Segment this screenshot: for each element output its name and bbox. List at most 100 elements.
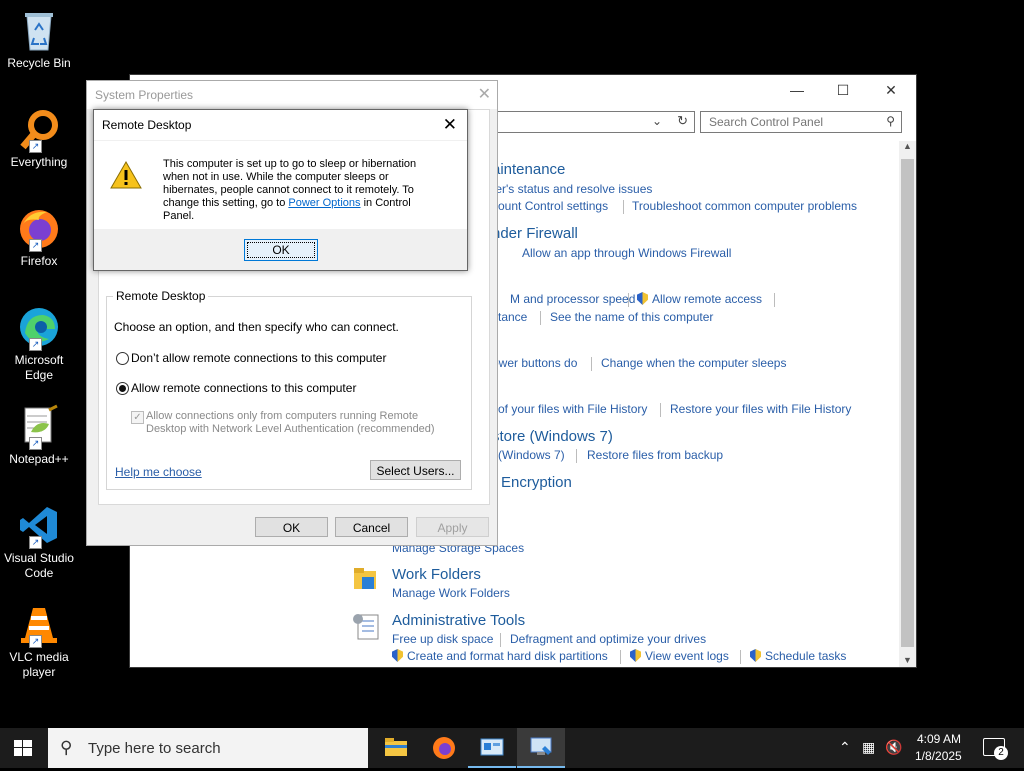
search-box[interactable]: ⚲ [700, 111, 902, 133]
address-bar[interactable]: ⌄ ↻ [485, 111, 695, 133]
desktop-icon-notepadpp[interactable]: ↗ Notepad++ [2, 404, 76, 467]
ok-button[interactable]: OK [255, 517, 328, 537]
chevron-up-icon[interactable]: ⌃ [839, 739, 851, 756]
system-properties-icon [530, 737, 552, 755]
desktop-icon-label: Microsoft Edge [14, 353, 64, 382]
radio-allow-label[interactable]: Allow remote connections to this compute… [131, 381, 356, 395]
desktop-icon-recycle-bin[interactable]: Recycle Bin [2, 8, 76, 71]
category-title[interactable]: Work Folders [392, 566, 481, 583]
link[interactable]: Defragment and optimize your drives [510, 632, 706, 646]
desktop-icon-firefox[interactable]: ↗ Firefox [2, 206, 76, 269]
link[interactable]: (Windows 7) [498, 448, 565, 462]
close-icon[interactable]: ✕ [443, 110, 457, 140]
category-title[interactable]: aintenance [492, 161, 565, 178]
message-text: This computer is set up to go to sleep o… [163, 158, 423, 223]
maximize-button[interactable]: ☐ [820, 75, 866, 105]
desktop-icon-edge[interactable]: ↗ Microsoft Edge [2, 305, 76, 383]
link[interactable]: of your files with File History [498, 402, 647, 416]
link[interactable]: Manage Work Folders [392, 586, 510, 600]
shortcut-arrow-icon: ↗ [29, 140, 42, 153]
notification-count-badge: 2 [994, 746, 1008, 760]
dialog-title: System Properties [95, 88, 194, 102]
volume-muted-icon[interactable]: 🔇 [885, 739, 902, 756]
radio-deny-label[interactable]: Don’t allow remote connections to this c… [131, 351, 386, 365]
apply-button[interactable]: Apply [416, 517, 489, 537]
link[interactable]: Restore files from backup [587, 448, 723, 462]
link[interactable]: ower buttons do [492, 356, 577, 370]
taskbar-control-panel[interactable] [468, 728, 516, 768]
cancel-button[interactable]: Cancel [335, 517, 408, 537]
close-icon[interactable]: ✕ [478, 81, 491, 109]
desktop-icon-everything[interactable]: ↗ Everything [2, 107, 76, 170]
link[interactable]: See the name of this computer [550, 310, 713, 324]
refresh-icon[interactable]: ↻ [677, 113, 688, 129]
link[interactable]: M and processor speed [510, 292, 635, 306]
taskbar-search-box[interactable]: ⚲ Type here to search [48, 728, 368, 768]
network-icon[interactable]: ▦ [862, 739, 875, 756]
shortcut-arrow-icon: ↗ [29, 536, 42, 549]
desktop-icon-label: Firefox [20, 254, 58, 268]
link[interactable]: Troubleshoot common computer problems [632, 199, 857, 213]
message-box-title: Remote Desktop [102, 118, 192, 132]
system-properties-titlebar: System Properties ✕ [87, 81, 497, 109]
desktop-icon-label: Recycle Bin [7, 56, 71, 70]
desktop-icon-vscode[interactable]: ↗ Visual Studio Code [2, 503, 76, 581]
link[interactable]: Create and format hard disk partitions [392, 649, 608, 663]
message-ok-button[interactable]: OK [244, 239, 318, 261]
link[interactable]: Free up disk space [392, 632, 493, 646]
category-title[interactable]: Administrative Tools [392, 612, 525, 629]
uac-shield-icon [637, 292, 648, 305]
instruction-text: Choose an option, and then specify who c… [114, 320, 399, 334]
category-title[interactable]: nder Firewall [492, 225, 578, 242]
taskbar-file-explorer[interactable] [372, 728, 420, 768]
category-title[interactable]: store (Windows 7) [492, 428, 613, 445]
minimize-button[interactable]: — [774, 75, 820, 105]
desktop-icon-vlc[interactable]: ↗ VLC media player [2, 602, 76, 680]
taskbar-search-placeholder: Type here to search [88, 740, 221, 757]
taskbar-firefox[interactable] [420, 728, 468, 768]
divider [576, 449, 577, 463]
firefox-icon: ↗ [17, 206, 61, 252]
scroll-up-icon[interactable]: ▲ [903, 141, 912, 151]
vlc-cone-icon: ↗ [17, 602, 61, 648]
shortcut-arrow-icon: ↗ [29, 437, 42, 450]
windows-start-icon[interactable] [14, 740, 32, 756]
close-button[interactable]: ✕ [868, 75, 914, 105]
select-users-button[interactable]: Select Users... [370, 460, 461, 480]
link[interactable]: Restore your files with File History [670, 402, 851, 416]
vertical-scrollbar[interactable]: ▲ ▼ [899, 141, 916, 667]
nla-checkbox[interactable]: ✓ [131, 411, 144, 424]
radio-deny[interactable] [116, 352, 129, 365]
scrollbar-thumb[interactable] [901, 159, 914, 647]
chevron-down-icon[interactable]: ⌄ [652, 114, 662, 128]
link[interactable]: Allow remote access [637, 292, 762, 306]
divider [500, 633, 501, 647]
link[interactable]: count Control settings [492, 199, 608, 213]
link[interactable]: View event logs [630, 649, 729, 663]
taskbar-system-properties[interactable] [517, 728, 565, 768]
remote-desktop-message-box: Remote Desktop ✕ This computer is set up… [93, 109, 468, 271]
taskbar-time[interactable]: 4:09 AM [917, 732, 961, 746]
divider [774, 293, 775, 307]
remote-desktop-group: Remote Desktop Choose an option, and the… [106, 289, 472, 490]
search-input[interactable] [707, 112, 881, 132]
taskbar-date[interactable]: 1/8/2025 [915, 749, 962, 763]
help-me-choose-link[interactable]: Help me choose [115, 465, 202, 479]
work-folders-icon [352, 565, 378, 591]
link[interactable]: Schedule tasks [750, 649, 846, 663]
scroll-down-icon[interactable]: ▼ [903, 655, 912, 665]
category-title[interactable]: Encryption [501, 474, 572, 491]
folder-icon [385, 738, 407, 756]
divider [740, 650, 741, 664]
notepadpp-icon: ↗ [17, 404, 61, 450]
administrative-tools-icon [352, 611, 380, 641]
link[interactable]: Change when the computer sleeps [601, 356, 786, 370]
radio-allow[interactable] [116, 382, 129, 395]
uac-shield-icon [630, 649, 641, 662]
uac-shield-icon [392, 649, 403, 662]
group-title: Remote Desktop [113, 289, 209, 303]
link[interactable]: ter's status and resolve issues [492, 182, 652, 196]
everything-search-icon: ↗ [17, 107, 61, 153]
link[interactable]: Allow an app through Windows Firewall [522, 246, 731, 260]
power-options-link[interactable]: Power Options [288, 197, 360, 209]
